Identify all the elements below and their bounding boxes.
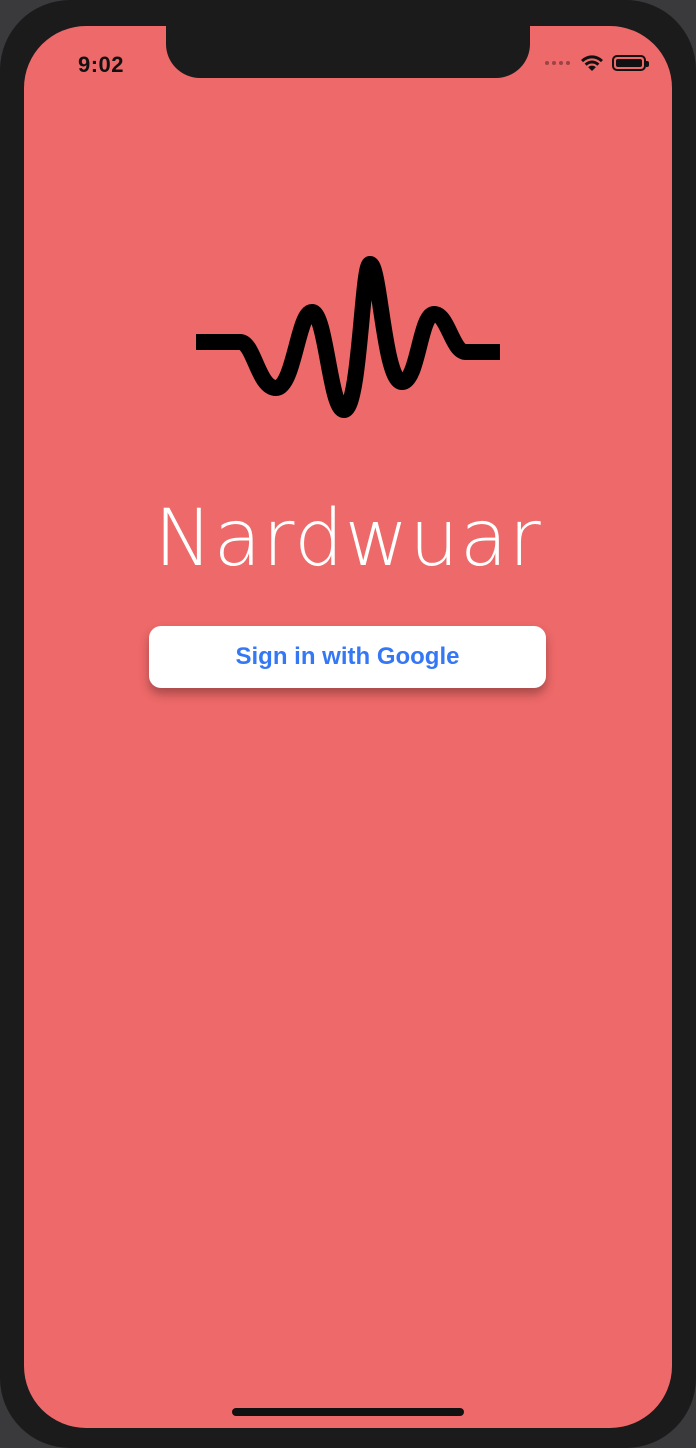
signal-dots-icon (545, 61, 570, 65)
sign-in-button-label: Sign in with Google (235, 643, 460, 670)
home-indicator[interactable] (232, 1408, 464, 1416)
status-icons (545, 54, 649, 72)
app-screen: 9:02 Nardwuar Sign in with Google (24, 26, 672, 1428)
sign-in-with-google-button[interactable]: Sign in with Google (149, 626, 546, 688)
device-notch (166, 26, 530, 78)
background-window-text: ar (0, 1418, 20, 1443)
status-time: 9:02 (78, 52, 125, 77)
wifi-icon (581, 55, 603, 71)
device-frame: ar 9:02 Nardwuar Sign in with Google (0, 0, 696, 1448)
app-title: Nardwuar (154, 494, 542, 584)
soundwave-icon (196, 256, 500, 418)
battery-icon (612, 55, 649, 71)
